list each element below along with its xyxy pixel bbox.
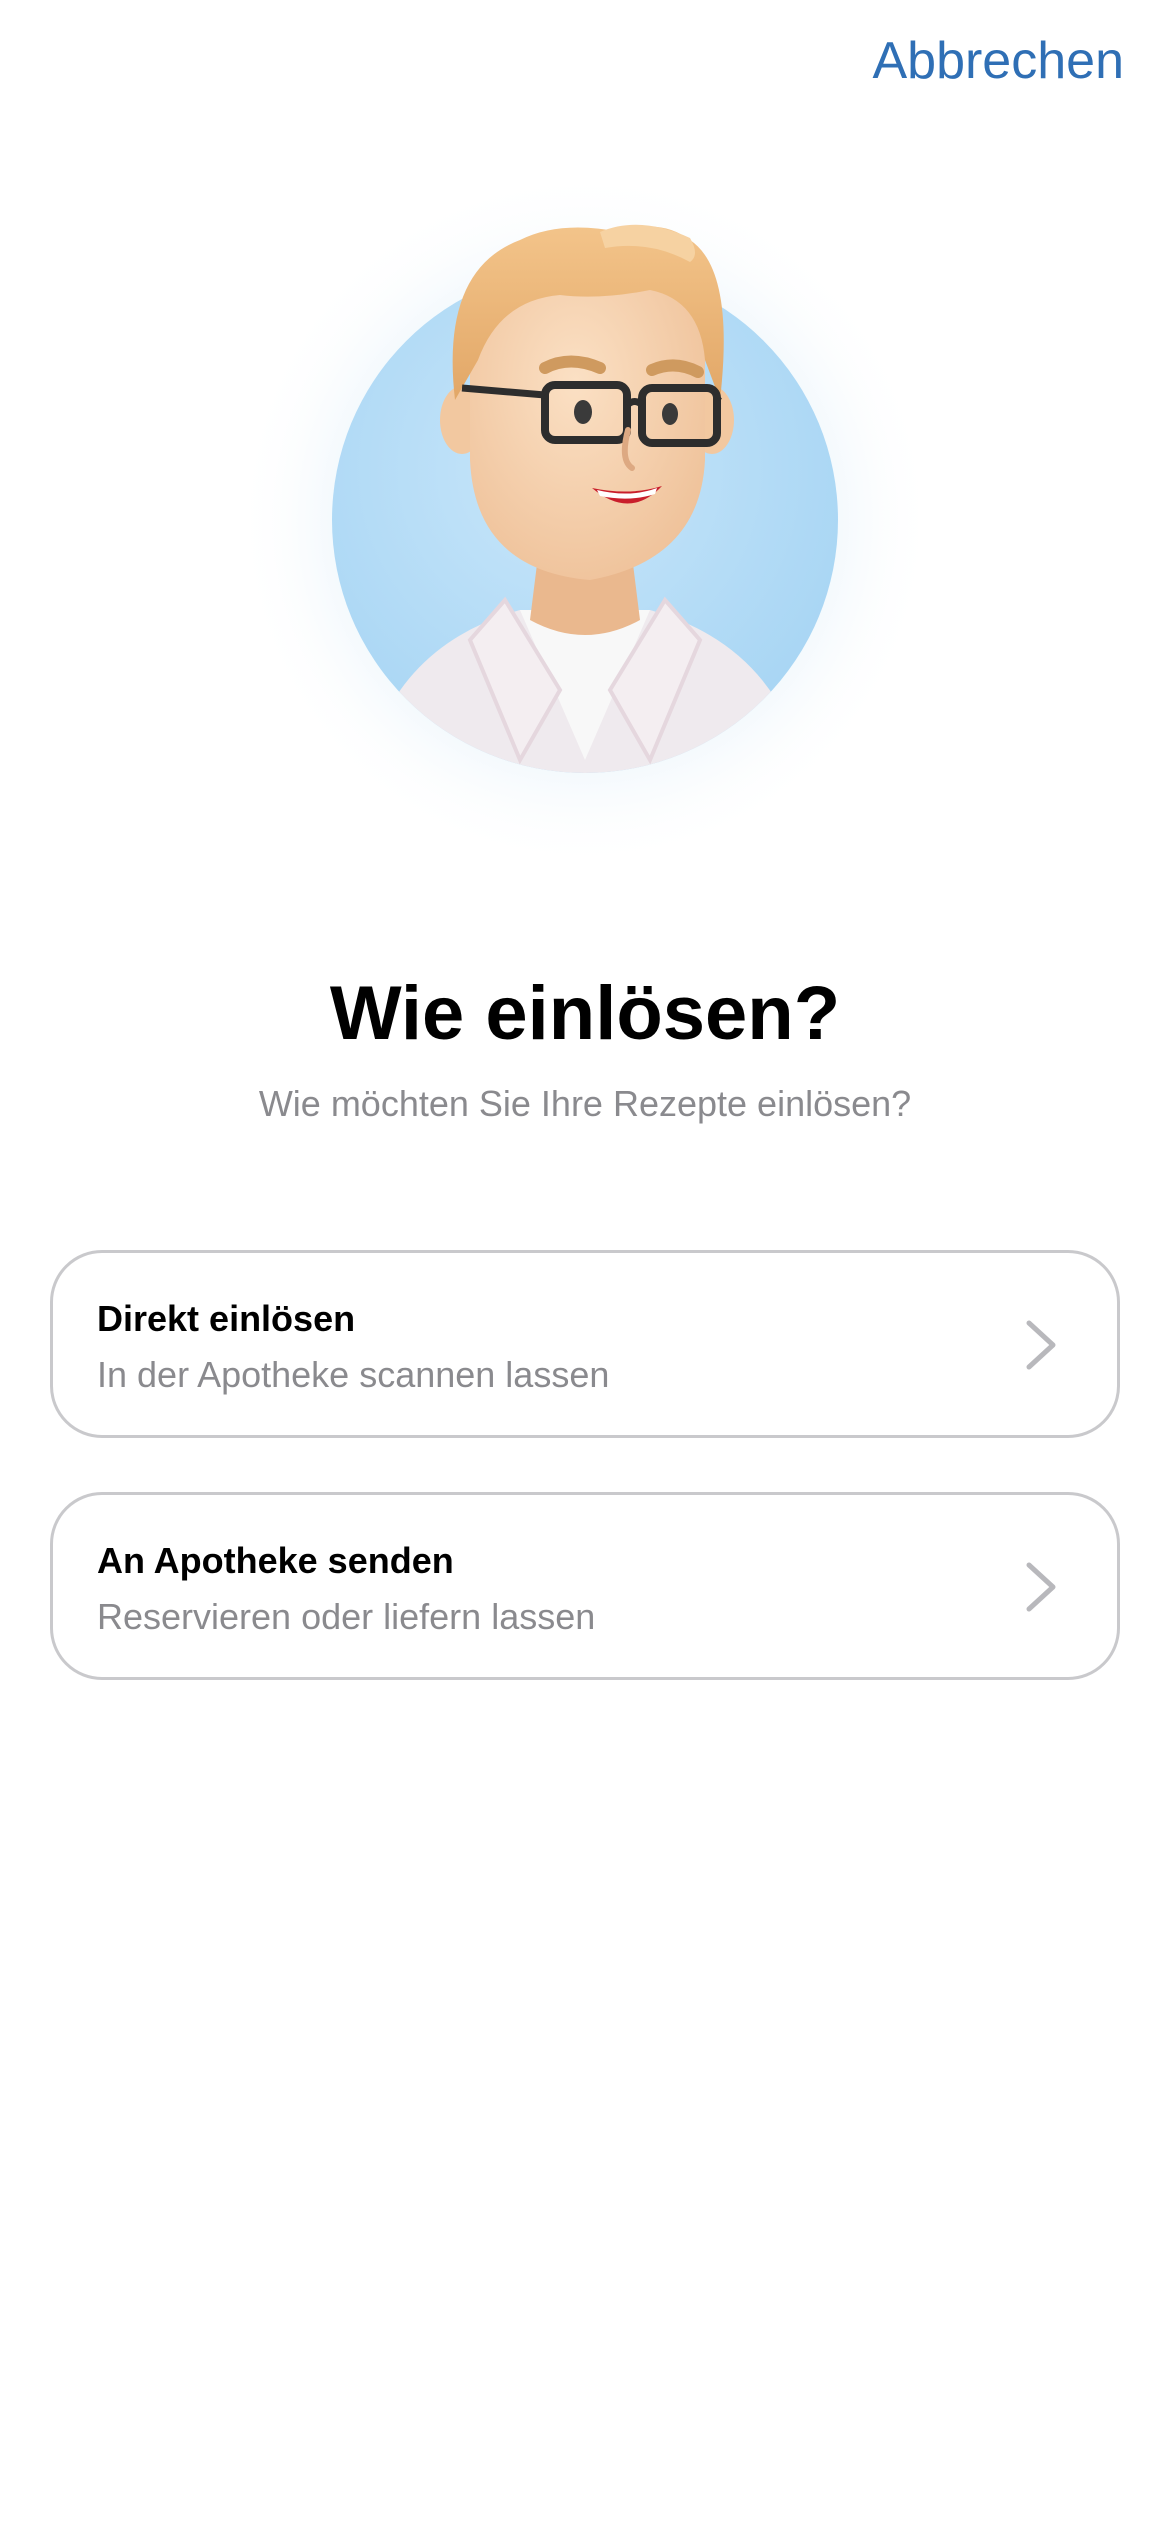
- chevron-right-icon: [1026, 1562, 1056, 1612]
- page-subtitle: Wie möchten Sie Ihre Rezepte einlösen?: [258, 1083, 912, 1124]
- send-to-pharmacy-option[interactable]: An Apotheke senden Reservieren oder lief…: [50, 1492, 1120, 1680]
- chevron-right-icon: [1026, 1320, 1056, 1370]
- redeem-directly-option[interactable]: Direkt einlösen In der Apotheke scannen …: [50, 1250, 1120, 1438]
- page-title: Wie einlösen?: [329, 971, 841, 1056]
- pharmacist-avatar-illustration: [235, 170, 935, 870]
- option-subtitle: Reservieren oder liefern lassen: [97, 1596, 596, 1637]
- option-subtitle: In der Apotheke scannen lassen: [97, 1354, 610, 1395]
- option-title: An Apotheke senden: [97, 1540, 454, 1581]
- option-title: Direkt einlösen: [97, 1298, 356, 1339]
